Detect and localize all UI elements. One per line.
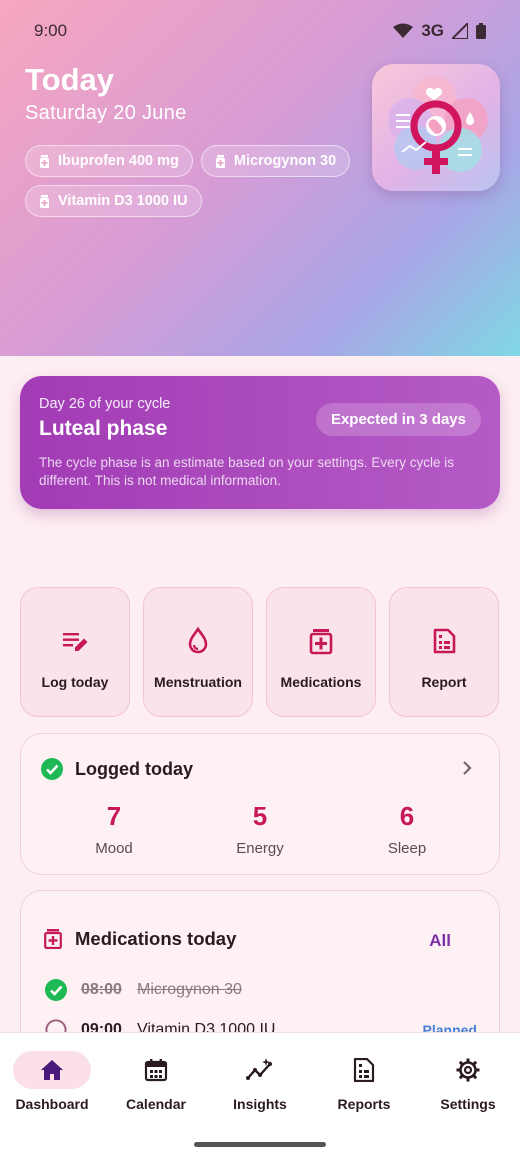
status-bar: 9:00 3G [0, 0, 520, 62]
network-type: 3G [421, 21, 444, 40]
gear-icon [456, 1058, 480, 1082]
cycle-disclaimer: The cycle phase is an estimate based on … [39, 455, 454, 488]
nav-insights[interactable]: Insights [208, 1051, 312, 1112]
cycle-phase-card[interactable]: Day 26 of your cycle Luteal phase Expect… [20, 376, 500, 509]
check-circle-icon [41, 758, 63, 780]
medication-icon [309, 629, 333, 655]
quick-actions: Log today Menstruation Medications Repor… [20, 587, 500, 717]
stat-mood: 7 Mood [95, 801, 133, 857]
nav-reports[interactable]: Reports [312, 1051, 416, 1112]
page-title: Today [25, 62, 114, 97]
pill-bottle-icon [40, 154, 49, 168]
medication-chips: Ibuprofen 400 mg Microgynon 30 Vitamin D… [25, 145, 365, 217]
chevron-right-icon[interactable] [461, 760, 473, 776]
home-indicator[interactable] [194, 1142, 326, 1147]
report-button[interactable]: Report [389, 587, 499, 717]
status-time: 9:00 [34, 21, 68, 40]
logged-today-card[interactable]: Logged today 7 Mood 5 Energy 6 Sleep [20, 733, 500, 875]
report-icon [433, 628, 456, 654]
page-date: Saturday 20 June [25, 102, 187, 124]
battery-icon [476, 23, 486, 39]
calendar-icon [144, 1059, 168, 1082]
logged-today-title: Logged today [75, 758, 193, 779]
wifi-icon [393, 23, 414, 38]
medications-button[interactable]: Medications [266, 587, 376, 717]
medication-chip[interactable]: Microgynon 30 [200, 145, 351, 177]
pill-bottle-icon [40, 194, 49, 208]
medication-row[interactable]: 08:00 Microgynon 30 [45, 979, 242, 1001]
edit-notes-icon [63, 633, 88, 651]
log-today-button[interactable]: Log today [20, 587, 130, 717]
stat-sleep: 6 Sleep [387, 801, 427, 857]
app-logo [372, 64, 500, 191]
insights-icon [246, 1058, 272, 1080]
cycle-day: Day 26 of your cycle [39, 396, 171, 412]
drop-icon [188, 626, 208, 654]
nav-calendar[interactable]: Calendar [104, 1051, 208, 1112]
check-circle-icon[interactable] [45, 979, 67, 1001]
nav-settings[interactable]: Settings [416, 1051, 520, 1112]
medication-icon [44, 929, 62, 949]
cycle-phase-name: Luteal phase [39, 417, 168, 440]
report-icon [353, 1058, 375, 1082]
medication-chip[interactable]: Ibuprofen 400 mg [25, 145, 193, 177]
signal-icon [452, 23, 468, 39]
period-expected-badge: Expected in 3 days [315, 403, 481, 436]
bottom-navigation: Dashboard Calendar Insights Reports Sett… [0, 1032, 520, 1160]
view-all-link[interactable]: All [429, 931, 451, 951]
stat-energy: 5 Energy [236, 801, 284, 857]
medications-today-title: Medications today [75, 928, 237, 949]
nav-dashboard[interactable]: Dashboard [0, 1051, 104, 1112]
menstruation-button[interactable]: Menstruation [143, 587, 253, 717]
pill-bottle-icon [215, 154, 225, 168]
medication-chip[interactable]: Vitamin D3 1000 IU [25, 185, 202, 217]
home-icon [41, 1060, 63, 1080]
